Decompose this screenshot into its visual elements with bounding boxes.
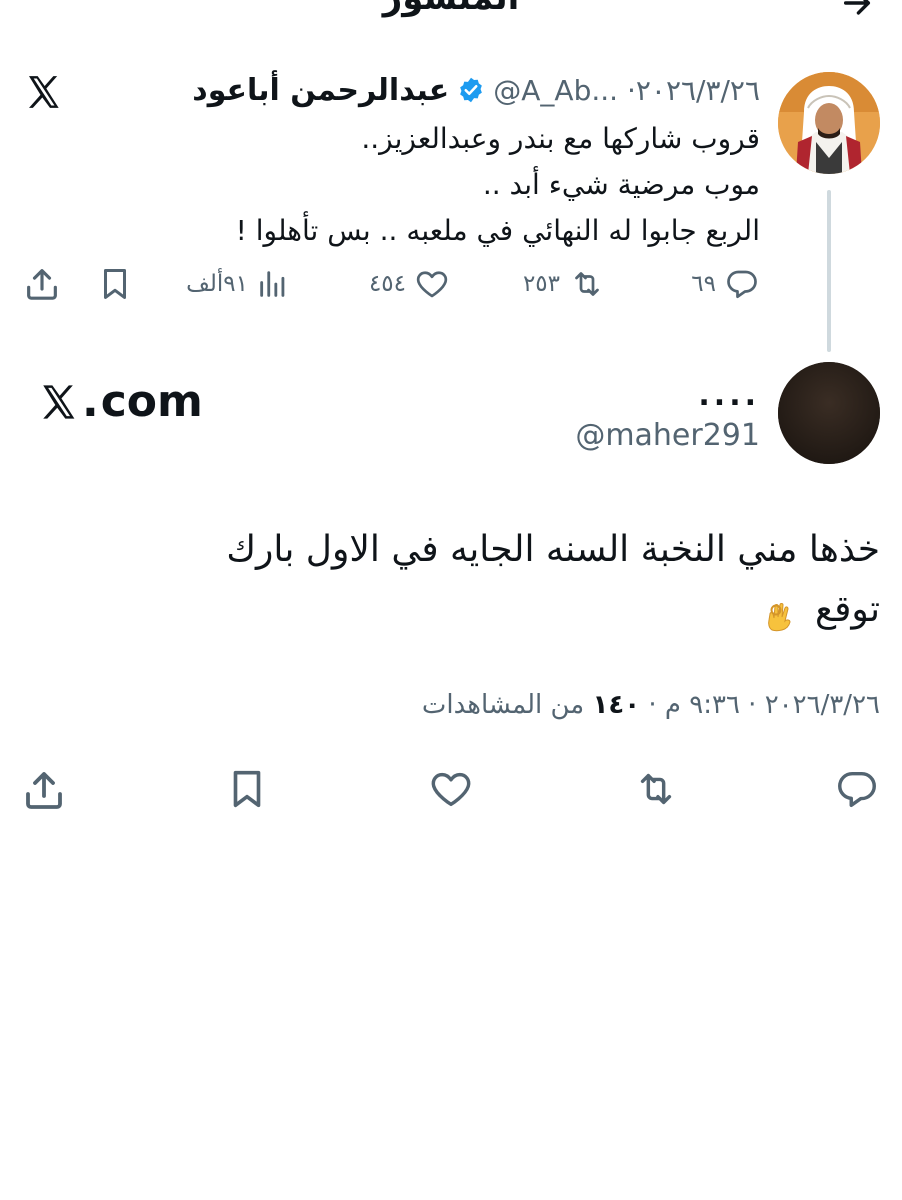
tweet-date: ٢٠٢٦/٣/٢٦ · ٩:٣٦ م · xyxy=(640,690,880,720)
views-label: من المشاهدات xyxy=(421,690,593,720)
retweet-button[interactable] xyxy=(632,766,680,812)
page-title: المنشور xyxy=(0,0,902,18)
reply-text-line-2: توقع xyxy=(20,580,880,640)
retweet-count: ٢٥٣ xyxy=(522,271,560,297)
views-count: ١٤٠ xyxy=(592,690,641,720)
x-logo-icon xyxy=(24,72,64,112)
avatar[interactable] xyxy=(778,72,880,174)
retweet-icon xyxy=(568,266,606,302)
reply-text-word: توقع xyxy=(815,589,880,630)
bookmark-button[interactable] xyxy=(224,766,270,812)
share-button[interactable] xyxy=(20,766,68,814)
author-handle[interactable]: @maher291 xyxy=(575,418,760,453)
verified-badge-icon xyxy=(457,76,485,104)
thread-connector-line xyxy=(827,190,831,352)
heart-icon xyxy=(428,766,474,812)
source-label: com xyxy=(100,376,203,427)
like-button[interactable] xyxy=(428,766,474,812)
author-name[interactable]: .... xyxy=(698,378,760,413)
tweet-text-line: قروب شاركها مع بندر وعبدالعزيز.. xyxy=(361,122,760,155)
source-watermark: . com xyxy=(38,376,203,427)
reply-button[interactable] xyxy=(834,766,880,812)
tweet-meta: ٢٠٢٦/٣/٢٦ · ٩:٣٦ م · ١٤٠ من المشاهدات xyxy=(422,690,880,720)
views-count: ٩١ألف xyxy=(186,271,248,297)
reply-icon xyxy=(834,766,880,812)
retweet-button[interactable]: ٢٥٣ xyxy=(523,262,606,306)
arrow-right-icon[interactable] xyxy=(840,0,874,20)
share-icon xyxy=(20,766,68,814)
author-name[interactable]: عبدالرحمن أباعود xyxy=(192,73,449,108)
tweet-text-line: موب مرضية شيء أبد .. xyxy=(482,168,760,201)
tweet-actions-bar: ٦٩ ٢٥٣ ٤٥٤ ٩١ألف xyxy=(22,262,760,306)
reply-button[interactable]: ٦٩ xyxy=(691,262,760,306)
bookmark-icon xyxy=(96,265,134,303)
author-handle-date[interactable]: @A_Ab... ·٢٠٢٦/٣/٢٦ xyxy=(493,74,760,107)
reply-icon xyxy=(724,266,760,302)
ok-hand-emoji xyxy=(762,593,798,632)
reply-actions-bar xyxy=(0,766,902,814)
tweet-text-line: الربع جابوا له النهائي في ملعبه .. بس تأ… xyxy=(235,214,760,247)
bookmark-icon xyxy=(224,766,270,812)
retweet-icon xyxy=(632,766,680,812)
reply-text-line: خذها مني النخبة السنه الجايه في الاول با… xyxy=(226,529,880,570)
bookmark-button[interactable] xyxy=(96,262,134,306)
x-logo-icon xyxy=(38,381,80,423)
like-count: ٤٥٤ xyxy=(368,271,406,297)
analytics-icon xyxy=(256,267,290,301)
tweet-text: قروب شاركها مع بندر وعبدالعزيز.. موب مرض… xyxy=(120,116,760,254)
like-button[interactable]: ٤٥٤ xyxy=(369,262,450,306)
reply-text: خذها مني النخبة السنه الجايه في الاول با… xyxy=(20,520,880,640)
tweet-header: عبدالرحمن أباعود @A_Ab... ·٢٠٢٦/٣/٢٦ xyxy=(192,66,760,114)
share-icon xyxy=(22,264,62,304)
avatar[interactable] xyxy=(778,362,880,464)
reply-count: ٦٩ xyxy=(691,271,716,297)
views-button[interactable]: ٩١ألف xyxy=(186,262,290,306)
heart-icon xyxy=(414,266,450,302)
share-button[interactable] xyxy=(22,262,62,306)
